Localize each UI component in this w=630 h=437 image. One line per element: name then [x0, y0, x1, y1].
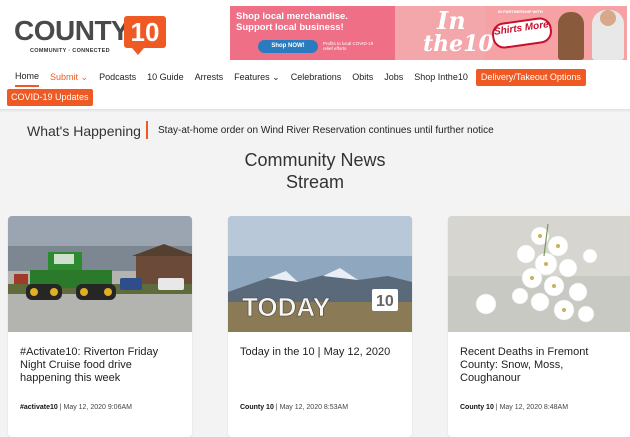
- tractor-photo: [8, 216, 192, 332]
- shop-now-button[interactable]: Shop NOW!: [258, 40, 318, 53]
- banner-model-image: [558, 12, 584, 60]
- site-header: COUNTY 10 COMMUNITY · CONNECTED Shop loc…: [0, 0, 630, 62]
- card-meta: #activate10 | May 12, 2020 9:06AM: [20, 404, 132, 411]
- covid-updates-button[interactable]: COVID-19 Updates: [7, 89, 93, 106]
- nav-item-features[interactable]: Features ⌄: [234, 66, 280, 88]
- nav-item-submit[interactable]: Submit ⌄: [50, 66, 88, 88]
- card-title[interactable]: Recent Deaths in Fremont County: Snow, M…: [460, 346, 625, 385]
- card-image[interactable]: [448, 216, 630, 332]
- today-image-text: TODAY: [242, 292, 330, 322]
- main-content: What's Happening Stay-at-home order on W…: [0, 113, 630, 437]
- nav-item-celebrations[interactable]: Celebrations: [291, 66, 342, 88]
- logo-wordmark: COUNTY: [14, 15, 130, 46]
- whats-happening-headline[interactable]: Stay-at-home order on Wind River Reserva…: [158, 125, 494, 136]
- whats-happening-label: What's Happening: [27, 123, 141, 139]
- card-image[interactable]: TODAY 10: [228, 216, 412, 332]
- delivery-takeout-button[interactable]: Delivery/Takeout Options: [475, 68, 586, 86]
- card-image[interactable]: [8, 216, 192, 332]
- card-date: May 12, 2020 9:06AM: [63, 404, 132, 411]
- card-date: May 12, 2020 8:48AM: [499, 404, 569, 411]
- card-title[interactable]: #Activate10: Riverton Friday Night Cruis…: [20, 346, 185, 385]
- card-title[interactable]: Today in the 10 | May 12, 2020: [240, 346, 405, 359]
- page-title-line: Stream: [285, 172, 345, 192]
- nav-item-obits[interactable]: Obits: [352, 66, 373, 88]
- nav-row: Home Submit ⌄ Podcasts 10 Guide Arrests …: [0, 66, 586, 88]
- nav-item-10-guide[interactable]: 10 Guide: [147, 66, 184, 88]
- banner-small-text: Profits to local COVID-19 relief efforts: [323, 41, 374, 51]
- card-meta: County 10 | May 12, 2020 8:48AM: [460, 404, 569, 411]
- whats-happening-divider: [146, 121, 148, 139]
- card-meta: County 10 | May 12, 2020 8:53AM: [240, 404, 349, 411]
- news-card[interactable]: TODAY 10 Today in the 10 | May 12, 2020 …: [228, 216, 412, 437]
- card-author[interactable]: County 10: [460, 404, 494, 411]
- logo-number-badge: 10: [124, 16, 166, 55]
- banner-partner-text: IN PARTNERSHIP WITH: [498, 9, 543, 14]
- news-card[interactable]: #Activate10: Riverton Friday Night Cruis…: [8, 216, 192, 437]
- site-logo[interactable]: COUNTY 10 COMMUNITY · CONNECTED: [14, 14, 166, 56]
- banner-the10-text: the10: [423, 31, 494, 57]
- mountain-photo: TODAY 10: [228, 216, 412, 332]
- news-card[interactable]: Recent Deaths in Fremont County: Snow, M…: [448, 216, 630, 437]
- nav-item-shop[interactable]: Shop Inthe10: [414, 66, 468, 88]
- nav-item-jobs[interactable]: Jobs: [384, 66, 403, 88]
- banner-headline: Shop local merchandise. Support local bu…: [236, 11, 348, 33]
- card-date: May 12, 2020 8:53AM: [279, 404, 349, 411]
- shirts-more-logo: Shirts More: [490, 15, 554, 51]
- nav-item-arrests[interactable]: Arrests: [195, 66, 224, 88]
- today-image-badge: 10: [376, 293, 394, 310]
- nav-item-home[interactable]: Home: [15, 68, 40, 87]
- banner-model-head: [600, 10, 616, 26]
- card-author[interactable]: County 10: [240, 404, 274, 411]
- logo-tagline: COMMUNITY · CONNECTED: [30, 48, 110, 54]
- nav-item-podcasts[interactable]: Podcasts: [99, 66, 136, 88]
- flowers-photo: [448, 216, 630, 332]
- card-author[interactable]: #activate10: [20, 404, 58, 411]
- page-title: Community News Stream: [0, 149, 630, 193]
- shop-banner-ad[interactable]: Shop local merchandise. Support local bu…: [230, 6, 627, 60]
- page-title-line: Community News: [244, 150, 386, 170]
- main-nav: Home Submit ⌄ Podcasts 10 Guide Arrests …: [0, 66, 630, 110]
